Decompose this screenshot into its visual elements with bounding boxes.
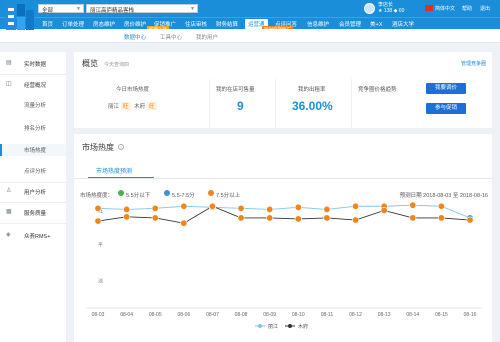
data-point[interactable] — [266, 205, 274, 213]
x-tick-label: 08-08 — [235, 312, 248, 318]
x-tick-label: 08-11 — [321, 312, 334, 318]
legend-label-mufu: 木府 — [298, 323, 308, 330]
x-tick-label: 08-15 — [435, 312, 448, 318]
data-point[interactable] — [323, 214, 331, 222]
data-point[interactable] — [237, 214, 245, 222]
brand-logo — [6, 4, 34, 30]
x-tick-label: 08-16 — [464, 312, 477, 318]
market-heat-chart: 旺平淡08-03 08-04 08-05 08-06 08-07 08-08 08-09 08… — [86, 201, 482, 330]
data-point[interactable] — [409, 201, 417, 209]
data-point[interactable] — [437, 202, 445, 210]
data-point[interactable] — [151, 204, 159, 212]
data-point[interactable] — [294, 215, 302, 223]
legend-label-lijiang: 丽江 — [268, 323, 278, 330]
x-tick-label: 08-13 — [378, 312, 391, 318]
data-point[interactable] — [266, 214, 274, 222]
x-tick-label: 08-04 — [120, 312, 133, 318]
data-point[interactable] — [294, 203, 302, 211]
data-point[interactable] — [237, 204, 245, 212]
data-point[interactable] — [123, 213, 131, 221]
y-tick-label: 淡 — [98, 278, 103, 284]
data-point[interactable] — [123, 205, 131, 213]
data-point[interactable] — [352, 216, 360, 224]
data-point[interactable] — [352, 202, 360, 210]
y-tick-label: 平 — [98, 242, 103, 248]
data-point[interactable] — [208, 202, 216, 210]
data-point[interactable] — [180, 219, 188, 227]
data-point[interactable] — [409, 214, 417, 222]
data-point[interactable] — [180, 202, 188, 210]
data-point[interactable] — [437, 214, 445, 222]
data-point[interactable] — [94, 217, 102, 225]
x-tick-label: 08-05 — [149, 312, 162, 318]
x-tick-label: 08-14 — [406, 312, 419, 318]
x-tick-label: 08-09 — [263, 312, 276, 318]
data-point[interactable] — [151, 214, 159, 222]
legend-marker-lijiang — [258, 324, 262, 328]
x-tick-label: 08-03 — [92, 312, 105, 318]
x-tick-label: 08-12 — [349, 312, 362, 318]
data-point[interactable] — [323, 205, 331, 213]
data-point[interactable] — [380, 206, 388, 214]
data-point[interactable] — [466, 216, 474, 224]
x-tick-label: 08-10 — [292, 312, 305, 318]
x-tick-label: 08-07 — [206, 312, 219, 318]
legend-marker-mufu — [288, 324, 292, 328]
x-tick-label: 08-06 — [177, 312, 190, 318]
data-point[interactable] — [94, 204, 102, 212]
